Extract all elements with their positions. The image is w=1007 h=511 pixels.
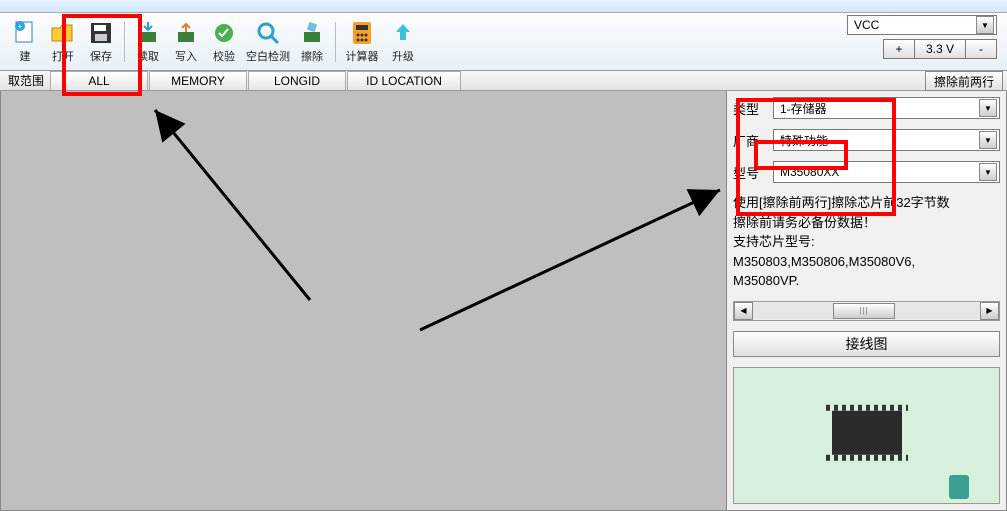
info-line: 支持芯片型号: (733, 232, 1000, 252)
horizontal-scrollbar[interactable]: ◀ ||| ▶ (733, 301, 1000, 321)
chip-info-text: 使用[擦除前两行]擦除芯片前32字节数 擦除前请务必备份数据！ 支持芯片型号: … (733, 193, 1000, 291)
type-label: 类型 (733, 99, 767, 118)
tab-idlocation[interactable]: ID LOCATION (347, 71, 461, 90)
info-line: 使用[擦除前两行]擦除芯片前32字节数 (733, 193, 1000, 213)
scroll-track[interactable]: ||| (753, 303, 980, 319)
calculator-icon (348, 19, 376, 47)
vcc-stepper: + 3.3 V - (883, 39, 997, 59)
tbtn-label: 空白检测 (246, 48, 290, 64)
tbtn-label: 校验 (213, 48, 235, 64)
tbtn-label: 升级 (392, 48, 414, 64)
info-line: M35080VP. (733, 271, 1000, 291)
upgrade-icon (389, 19, 417, 47)
tbtn-label: 擦除 (301, 48, 323, 64)
tbtn-label: 读取 (137, 48, 159, 64)
tbtn-label: 写入 (175, 48, 197, 64)
erase-first-two-rows-button[interactable]: 擦除前两行 (925, 71, 1003, 91)
info-line: 擦除前请务必备份数据！ (733, 213, 1000, 233)
calc-button[interactable]: 计算器 (342, 19, 382, 64)
blank-button[interactable]: 空白检测 (245, 19, 291, 64)
read-button[interactable]: 读取 (131, 19, 165, 64)
model-select[interactable]: M35080XX ▼ (773, 161, 1000, 183)
vendor-label: 厂商 (733, 131, 767, 150)
tbtn-label: 计算器 (346, 48, 379, 64)
vendor-value: 特殊功能 (780, 132, 828, 149)
tab-all[interactable]: ALL (50, 71, 148, 90)
range-tabbar: 取范围 ALL MEMORY LONGID ID LOCATION 擦除前两行 (0, 71, 1007, 91)
upgrade-button[interactable]: 升级 (386, 19, 420, 64)
open-button[interactable]: 打开 (46, 19, 80, 64)
type-select[interactable]: 1-存储器 ▼ (773, 97, 1000, 119)
tab-memory[interactable]: MEMORY (149, 71, 247, 90)
side-panel: 类型 1-存储器 ▼ 厂商 特殊功能 ▼ 型号 M35080XX ▼ (727, 91, 1007, 511)
body: 类型 1-存储器 ▼ 厂商 特殊功能 ▼ 型号 M35080XX ▼ (0, 91, 1007, 511)
vcc-minus-button[interactable]: - (966, 40, 996, 58)
main-toolbar: + 建 打开 保存 读取 写入 校验 空白检测 擦除 (0, 13, 1007, 71)
verify-icon (210, 19, 238, 47)
model-value: M35080XX (780, 165, 839, 179)
erase-button[interactable]: 擦除 (295, 19, 329, 64)
tbtn-label: 保存 (90, 48, 112, 64)
new-button[interactable]: + 建 (8, 19, 42, 64)
type-value: 1-存储器 (780, 100, 827, 117)
hex-viewer[interactable] (0, 91, 727, 511)
vcc-select-label: VCC (854, 18, 879, 32)
tbtn-label: 建 (20, 48, 31, 64)
verify-button[interactable]: 校验 (207, 19, 241, 64)
save-button[interactable]: 保存 (84, 19, 118, 64)
model-row: 型号 M35080XX ▼ (733, 161, 1000, 183)
app-window: + 建 打开 保存 读取 写入 校验 空白检测 擦除 (0, 0, 1007, 511)
svg-text:+: + (18, 22, 23, 31)
write-button[interactable]: 写入 (169, 19, 203, 64)
info-line: M350803,M350806,M35080V6, (733, 252, 1000, 272)
scroll-right-icon[interactable]: ▶ (980, 302, 999, 320)
wiring-diagram-button[interactable]: 接线图 (733, 331, 1000, 357)
vcc-panel: VCC ▼ + 3.3 V - (847, 15, 997, 59)
window-titlebar (0, 0, 1007, 13)
type-row: 类型 1-存储器 ▼ (733, 97, 1000, 119)
scroll-left-icon[interactable]: ◀ (734, 302, 753, 320)
tab-longid[interactable]: LONGID (248, 71, 346, 90)
model-label: 型号 (733, 163, 767, 182)
folder-open-icon (49, 19, 77, 47)
range-label: 取范围 (2, 71, 50, 90)
chip-graphic (832, 411, 902, 455)
separator (335, 22, 336, 62)
file-plus-icon: + (11, 19, 39, 47)
vcc-select[interactable]: VCC ▼ (847, 15, 997, 35)
vcc-value: 3.3 V (915, 40, 966, 58)
chevron-down-icon: ▼ (979, 131, 997, 149)
vendor-row: 厂商 特殊功能 ▼ (733, 129, 1000, 151)
tbtn-label: 打开 (52, 48, 74, 64)
chevron-down-icon: ▼ (979, 163, 997, 181)
floppy-icon (87, 19, 115, 47)
vendor-select[interactable]: 特殊功能 ▼ (773, 129, 1000, 151)
scroll-thumb[interactable]: ||| (833, 303, 895, 319)
capacitor-graphic (949, 475, 969, 499)
blank-check-icon (254, 19, 282, 47)
chip-write-icon (172, 19, 200, 47)
vcc-plus-button[interactable]: + (884, 40, 915, 58)
wiring-diagram-image (733, 367, 1000, 505)
separator (124, 22, 125, 62)
chip-read-icon (134, 19, 162, 47)
erase-icon (298, 19, 326, 47)
chevron-down-icon: ▼ (976, 16, 994, 34)
chevron-down-icon: ▼ (979, 99, 997, 117)
